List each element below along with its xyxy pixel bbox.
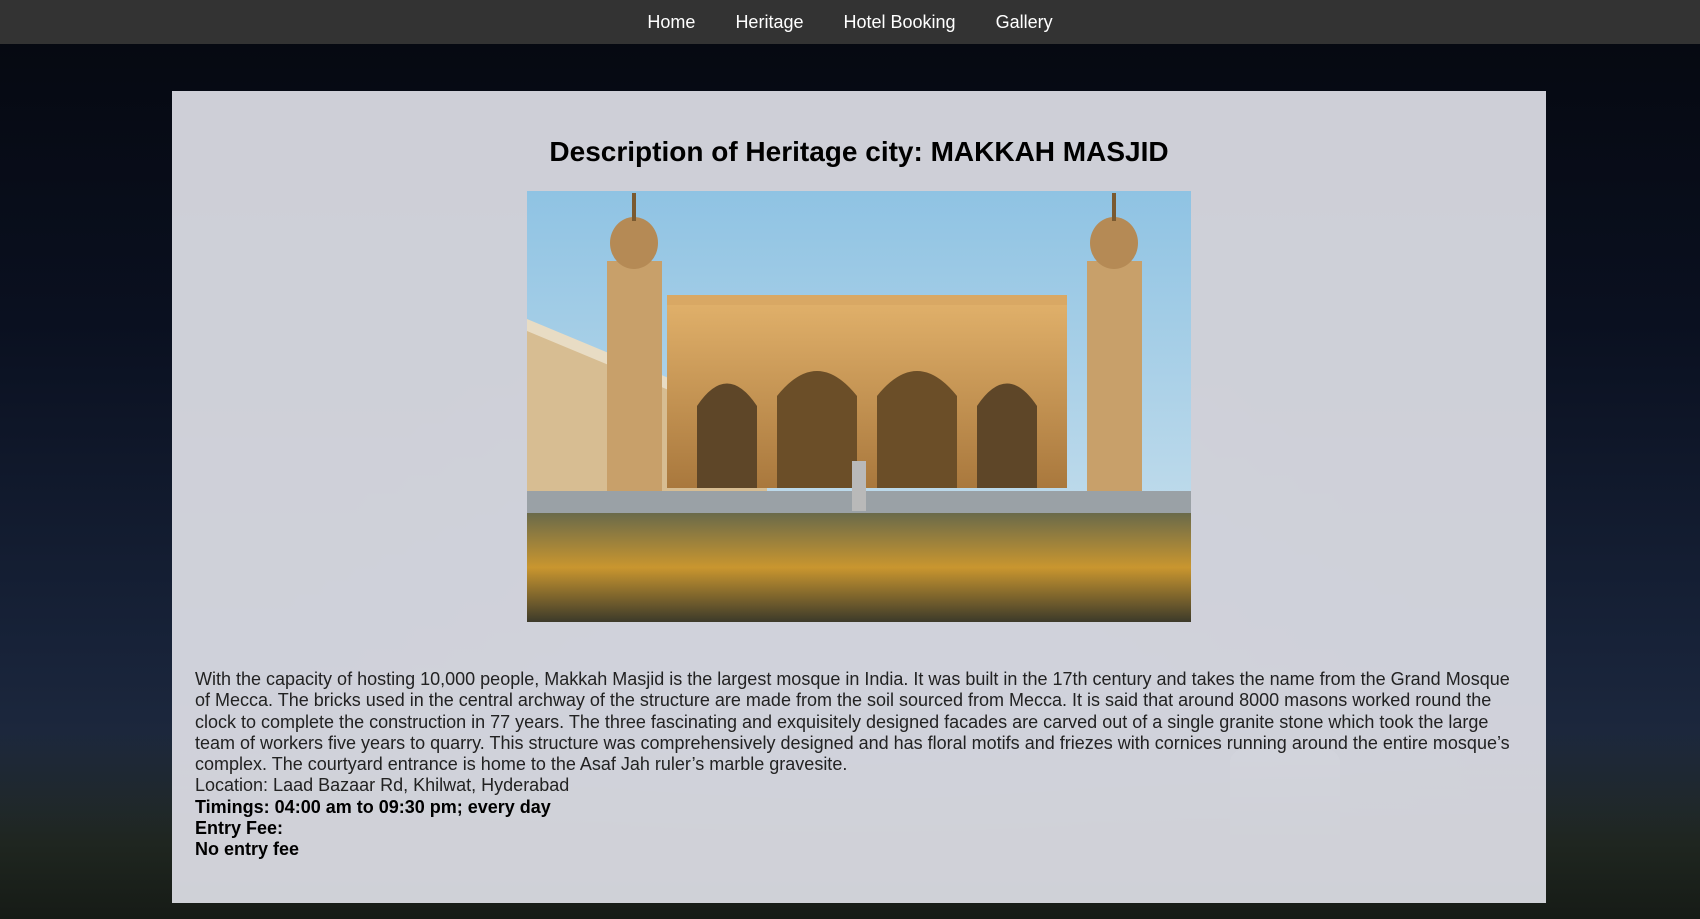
entry-fee-value: No entry fee xyxy=(195,839,300,860)
entry-fee-label: Entry Fee: xyxy=(195,818,284,839)
heritage-description: With the capacity of hosting 10,000 peop… xyxy=(195,669,1525,861)
navbar: Home Heritage Hotel Booking Gallery xyxy=(0,0,1700,44)
location-text: Location: Laad Bazaar Rd, Khilwat, Hyder… xyxy=(195,775,570,796)
content-panel: Description of Heritage city: MAKKAH MAS… xyxy=(172,91,1546,903)
description-text: With the capacity of hosting 10,000 peop… xyxy=(195,669,1510,775)
timings-text: Timings: 04:00 am to 09:30 pm; every day xyxy=(195,796,551,817)
nav-home-link[interactable]: Home xyxy=(647,0,695,44)
nav-hotel-booking-link[interactable]: Hotel Booking xyxy=(843,0,955,44)
page-title: Description of Heritage city: MAKKAH MAS… xyxy=(549,136,1169,167)
makkah-masjid-photo xyxy=(527,191,1191,622)
nav-heritage-link[interactable]: Heritage xyxy=(735,0,803,44)
nav-gallery-link[interactable]: Gallery xyxy=(996,0,1053,44)
